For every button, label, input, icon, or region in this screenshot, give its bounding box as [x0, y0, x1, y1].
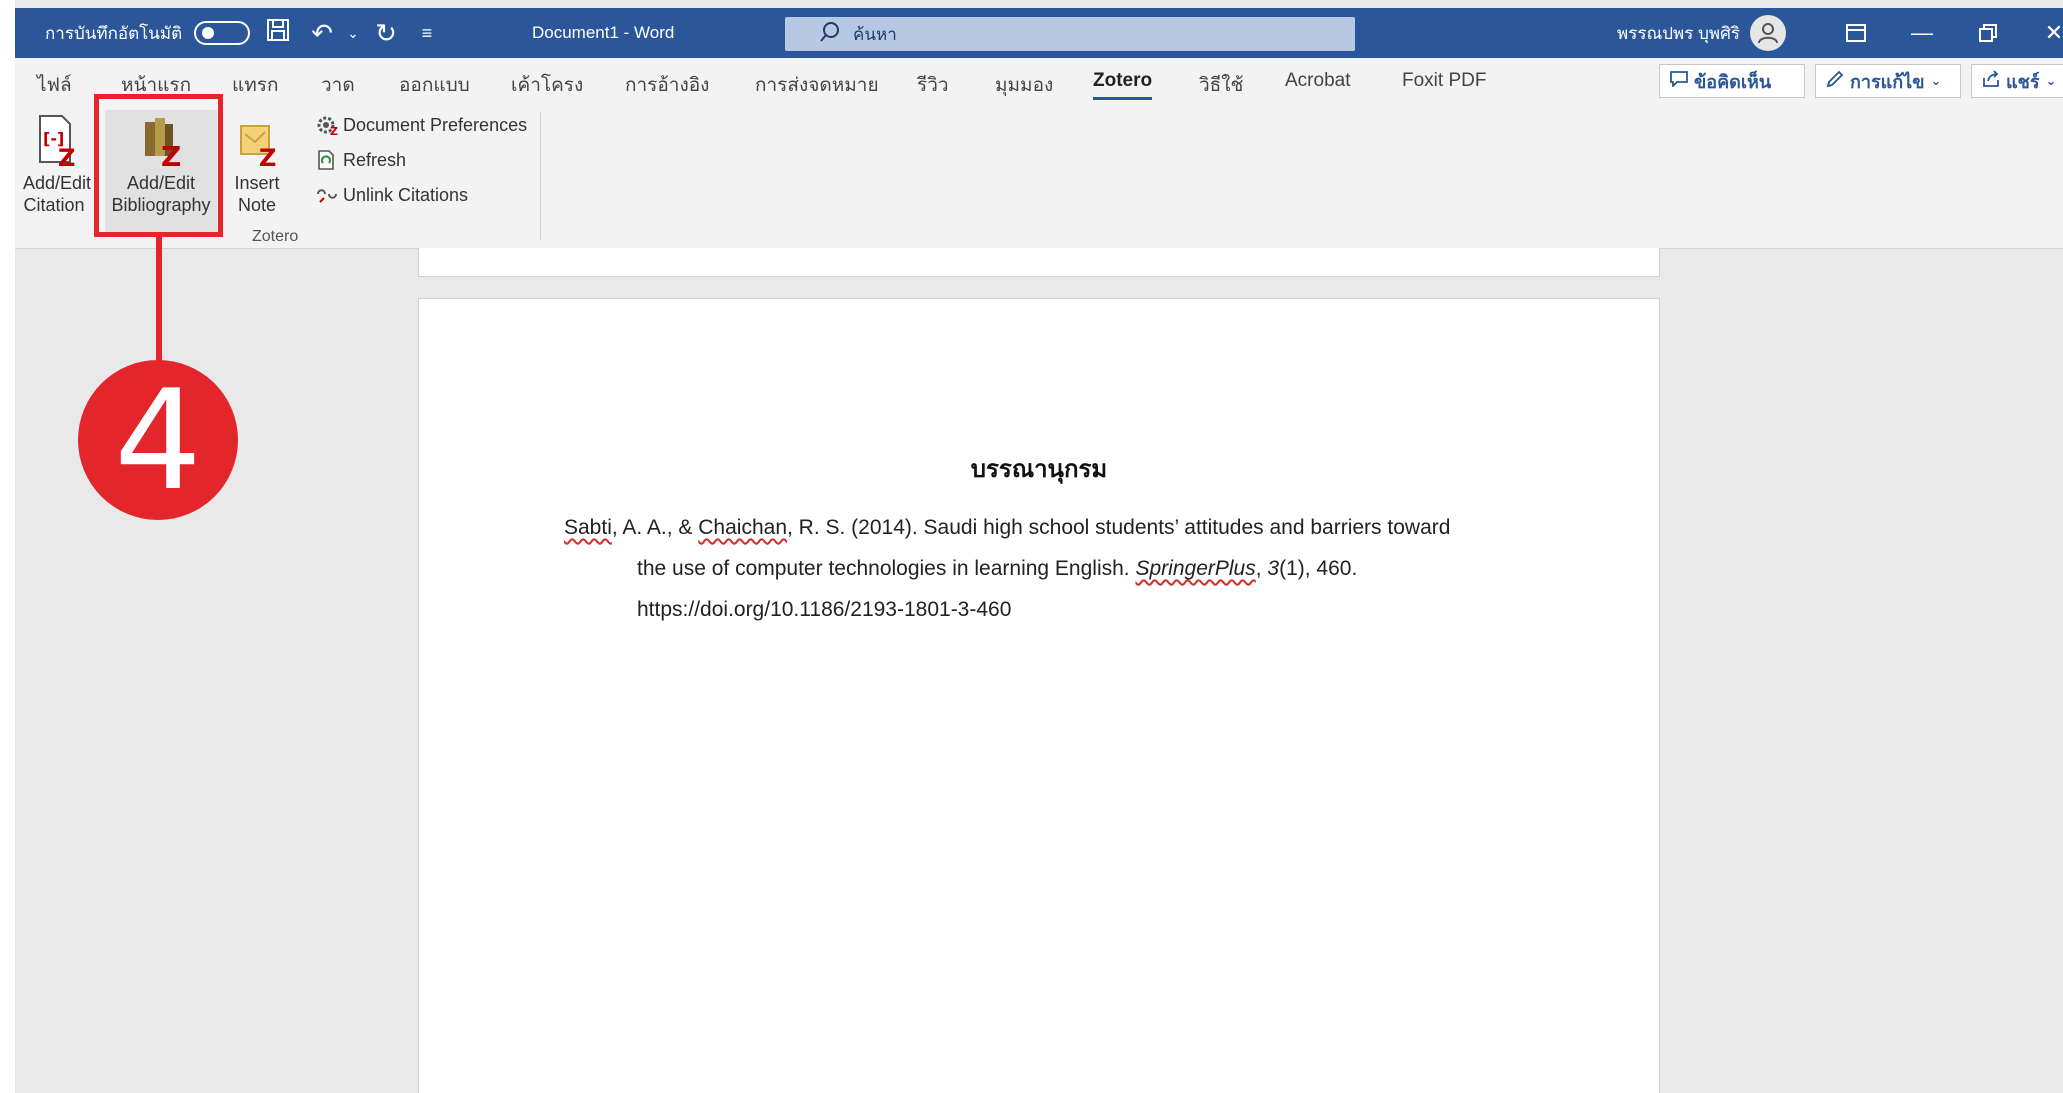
svg-text:Z: Z [259, 144, 276, 170]
editing-button[interactable]: การแก้ไข ⌄ [1815, 64, 1961, 98]
chevron-down-icon: ⌄ [2045, 73, 2057, 88]
user-name: พรรณปพร บุพศิริ [1617, 23, 1741, 43]
tab-view[interactable]: มุมมอง [995, 70, 1053, 100]
tab-review[interactable]: รีวิว [917, 70, 949, 100]
svg-text:Z: Z [330, 125, 338, 136]
author-1: Sabti [564, 516, 612, 539]
undo-dropdown-icon[interactable]: ⌄ [343, 25, 363, 42]
pencil-icon [1826, 70, 1844, 93]
ribbon-display-icon[interactable] [1823, 8, 1889, 58]
svg-text:Z: Z [58, 144, 75, 170]
reference-line-1: Sabti, A. A., & Chaichan, R. S. (2014). … [564, 507, 1544, 548]
reference-text: the use of computer technologies in lear… [637, 557, 1136, 580]
document-preferences-label: Document Preferences [343, 114, 528, 135]
word-window: การบันทึกอัตโนมัติ ↶ ⌄ ↻ ≡ Document1 - W… [15, 0, 2063, 1093]
close-icon[interactable]: ✕ [2021, 8, 2063, 58]
insert-note-label-2: Note [237, 195, 277, 215]
reference-entry[interactable]: Sabti, A. A., & Chaichan, R. S. (2014). … [564, 507, 1544, 630]
share-icon [1982, 69, 2000, 93]
tab-file[interactable]: ไฟล์ [37, 70, 72, 100]
document-preferences-button[interactable]: Z Document Preferences [315, 114, 528, 138]
comments-button[interactable]: ข้อคิดเห็น [1659, 64, 1805, 98]
tab-mailings[interactable]: การส่งจดหมาย [755, 70, 879, 100]
callout-line [156, 237, 162, 367]
insert-note-label-1: Insert [234, 173, 280, 193]
tab-layout[interactable]: เค้าโครง [511, 70, 583, 100]
share-button[interactable]: แชร์ ⌄ [1971, 64, 2063, 98]
journal-name: SpringerPlus [1135, 557, 1256, 580]
group-separator [540, 112, 541, 240]
reference-text: (1), 460. [1279, 557, 1358, 580]
citation-icon: [-] Z [30, 110, 78, 172]
tab-help[interactable]: วิธีใช้ [1199, 70, 1243, 100]
add-edit-citation-button[interactable]: [-] Z Add/Edit Citation [23, 110, 92, 216]
save-icon[interactable] [255, 17, 301, 50]
comment-icon [1670, 70, 1688, 92]
autosave-toggle[interactable] [194, 21, 251, 45]
search-icon [819, 21, 841, 48]
reference-text: , [1255, 557, 1268, 580]
refresh-icon [315, 149, 339, 171]
previous-page [418, 248, 1660, 277]
note-icon: Z [233, 110, 281, 172]
unlink-icon [315, 184, 339, 206]
undo-icon[interactable]: ↶ [301, 18, 343, 49]
tab-draw[interactable]: วาด [321, 70, 355, 100]
autosave-area: การบันทึกอัตโนมัติ [45, 8, 251, 58]
ribbon-tabs: ไฟล์ หน้าแรก แทรก วาด ออกแบบ เค้าโครง กา… [15, 58, 2063, 106]
insert-note-button[interactable]: Z Insert Note [227, 110, 287, 216]
refresh-label: Refresh [343, 149, 407, 170]
author-2: Chaichan [698, 516, 787, 539]
chevron-down-icon: ⌄ [1930, 73, 1942, 88]
tab-acrobat[interactable]: Acrobat [1285, 70, 1350, 92]
refresh-button[interactable]: Refresh [315, 149, 406, 171]
bibliography-heading: บรรณานุกรม [970, 456, 1108, 483]
tab-design[interactable]: ออกแบบ [399, 70, 470, 100]
document-title: Document1 - Word [532, 23, 675, 42]
tab-references[interactable]: การอ้างอิง [625, 70, 709, 100]
restore-icon[interactable] [1955, 8, 2021, 58]
tab-zotero[interactable]: Zotero [1093, 70, 1153, 100]
unlink-citations-button[interactable]: Unlink Citations [315, 184, 468, 206]
step-number-badge: 4 [78, 360, 238, 521]
tab-foxit-pdf[interactable]: Foxit PDF [1402, 70, 1486, 92]
unlink-citations-label: Unlink Citations [343, 184, 469, 205]
add-edit-citation-label-1: Add/Edit [23, 173, 92, 193]
reference-doi: https://doi.org/10.1186/2193-1801-3-460 [637, 598, 1012, 621]
ribbon-zotero-panel: [-] Z Add/Edit Citation Z Add/Edit Bibli… [15, 106, 2063, 249]
tab-insert[interactable]: แทรก [232, 70, 278, 100]
comments-label: ข้อคิดเห็น [1694, 71, 1772, 92]
editing-label: การแก้ไข [1850, 71, 1925, 92]
avatar[interactable] [1750, 15, 1787, 51]
add-edit-citation-label-2: Citation [23, 195, 85, 215]
reference-line-2: the use of computer technologies in lear… [564, 548, 1544, 589]
customize-toolbar-icon[interactable]: ≡ [409, 23, 445, 44]
reference-text: , R. S. (2014). Saudi high school studen… [787, 516, 1451, 539]
redo-icon[interactable]: ↻ [363, 18, 409, 49]
volume: 3 [1267, 557, 1280, 580]
document-page[interactable]: บรรณานุกรม Sabti, A. A., & Chaichan, R. … [418, 298, 1660, 1093]
search-placeholder: ค้นหา [853, 24, 897, 44]
gear-icon: Z [315, 114, 339, 138]
autosave-label: การบันทึกอัตโนมัติ [45, 23, 183, 43]
minimize-icon[interactable]: — [1889, 8, 1955, 58]
group-label-zotero: Zotero [252, 228, 299, 245]
bibliography-highlight-box [94, 94, 223, 237]
search-box[interactable]: ค้นหา [785, 17, 1355, 51]
share-label: แชร์ [2006, 71, 2040, 92]
reference-text: , A. A., & [611, 516, 699, 539]
title-bar: การบันทึกอัตโนมัติ ↶ ⌄ ↻ ≡ Document1 - W… [15, 8, 2063, 58]
